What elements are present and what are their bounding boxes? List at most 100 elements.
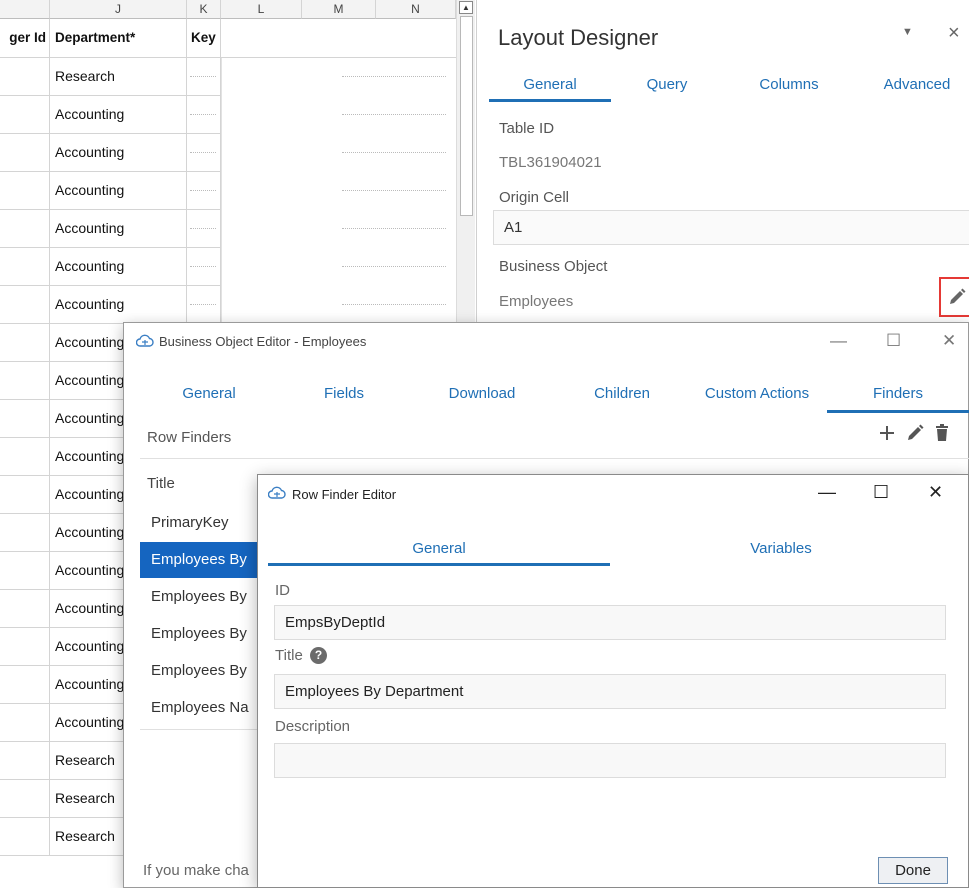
row-finders-label: Row Finders [147, 429, 232, 446]
tab-children[interactable]: Children [577, 385, 667, 402]
department-cell[interactable]: Research [50, 58, 187, 96]
cell[interactable] [0, 400, 50, 438]
tab-download[interactable]: Download [432, 385, 532, 402]
row-finder-editor-dialog: Row Finder Editor — ☐ ✕ General Variable… [257, 474, 969, 888]
cloud-icon [268, 486, 286, 499]
cell[interactable] [0, 514, 50, 552]
scroll-up-arrow-icon[interactable]: ▲ [459, 1, 473, 14]
cell[interactable] [0, 780, 50, 818]
header-manager-id[interactable]: ger Id [0, 19, 50, 58]
description-input[interactable] [274, 743, 946, 778]
cell[interactable] [0, 96, 50, 134]
tab-finders[interactable]: Finders [827, 385, 969, 402]
table-id-label: Table ID [499, 120, 555, 137]
truncated-content [342, 304, 446, 305]
origin-cell-input[interactable]: A1 [493, 210, 969, 245]
panel-close-icon[interactable]: × [948, 22, 960, 45]
column-header-n[interactable]: N [376, 0, 456, 19]
done-button[interactable]: Done [878, 857, 948, 884]
truncated-content [342, 152, 446, 153]
cell[interactable] [0, 590, 50, 628]
cell[interactable] [0, 818, 50, 856]
cell[interactable] [0, 438, 50, 476]
help-icon[interactable]: ? [310, 647, 327, 664]
edit-business-object-button[interactable] [939, 277, 969, 317]
maximize-button[interactable]: ☐ [886, 331, 901, 351]
title-input[interactable]: Employees By Department [274, 674, 946, 709]
key-cell[interactable] [187, 210, 221, 248]
close-button[interactable]: ✕ [942, 331, 956, 351]
divider [140, 458, 969, 459]
department-cell[interactable]: Accounting [50, 172, 187, 210]
tab-fields[interactable]: Fields [304, 385, 384, 402]
origin-cell-value: A1 [504, 219, 523, 236]
tab-query[interactable]: Query [627, 76, 707, 93]
department-cell[interactable]: Accounting [50, 210, 187, 248]
key-cell[interactable] [187, 134, 221, 172]
cell[interactable] [0, 666, 50, 704]
tab-general[interactable]: General [164, 385, 254, 402]
cell[interactable] [0, 286, 50, 324]
tab-general[interactable]: General [489, 76, 611, 93]
header-key[interactable]: Key [187, 19, 221, 58]
tab-columns[interactable]: Columns [739, 76, 839, 93]
key-cell[interactable] [187, 172, 221, 210]
dialog-title: Row Finder Editor [292, 487, 397, 502]
key-cell[interactable] [187, 58, 221, 96]
column-header-i[interactable] [0, 0, 50, 19]
panel-menu-icon[interactable]: ▼ [902, 26, 913, 38]
truncated-content [190, 76, 216, 77]
edit-finder-button[interactable] [906, 424, 924, 445]
tab-general[interactable]: General [268, 540, 610, 557]
title-label: Title [275, 647, 303, 664]
minimize-button[interactable]: — [818, 482, 836, 503]
cell[interactable] [0, 362, 50, 400]
pencil-icon [908, 424, 924, 440]
cell[interactable] [0, 172, 50, 210]
cell[interactable] [0, 742, 50, 780]
department-cell[interactable]: Accounting [50, 96, 187, 134]
truncated-content [190, 114, 216, 115]
key-cell[interactable] [187, 286, 221, 324]
column-header-l[interactable]: L [221, 0, 302, 19]
column-header-k[interactable]: K [187, 0, 221, 19]
truncated-content [342, 76, 446, 77]
truncated-content [190, 152, 216, 153]
header-empty [221, 19, 456, 58]
panel-title: Layout Designer [498, 25, 659, 50]
cell[interactable] [0, 58, 50, 96]
close-button[interactable]: ✕ [928, 482, 943, 503]
cell[interactable] [0, 552, 50, 590]
column-header-m[interactable]: M [302, 0, 376, 19]
cell[interactable] [0, 324, 50, 362]
maximize-button[interactable]: ☐ [873, 482, 889, 503]
department-cell[interactable]: Accounting [50, 286, 187, 324]
tab-custom-actions[interactable]: Custom Actions [694, 385, 820, 402]
dialog-titlebar[interactable]: Business Object Editor - Employees — ☐ ✕ [124, 323, 969, 361]
add-icon [880, 426, 894, 440]
department-cell[interactable]: Accounting [50, 134, 187, 172]
delete-finder-button[interactable] [934, 424, 950, 445]
table-id-value: TBL361904021 [499, 154, 602, 171]
cell[interactable] [0, 476, 50, 514]
add-finder-button[interactable] [878, 424, 896, 445]
cell[interactable] [0, 628, 50, 666]
cell[interactable] [0, 704, 50, 742]
key-cell[interactable] [187, 248, 221, 286]
cell[interactable] [0, 134, 50, 172]
header-department[interactable]: Department* [50, 19, 187, 58]
id-input[interactable]: EmpsByDeptId [274, 605, 946, 640]
truncated-content [190, 266, 216, 267]
active-tab-indicator [827, 410, 969, 413]
tab-advanced[interactable]: Advanced [867, 76, 967, 93]
column-header-j[interactable]: J [50, 0, 187, 19]
key-cell[interactable] [187, 96, 221, 134]
business-object-label: Business Object [499, 258, 608, 275]
tab-variables[interactable]: Variables [610, 540, 952, 557]
description-label: Description [275, 718, 351, 735]
minimize-button[interactable]: — [830, 331, 847, 351]
department-cell[interactable]: Accounting [50, 248, 187, 286]
cell[interactable] [0, 248, 50, 286]
cell[interactable] [0, 210, 50, 248]
scroll-thumb[interactable] [460, 16, 473, 216]
